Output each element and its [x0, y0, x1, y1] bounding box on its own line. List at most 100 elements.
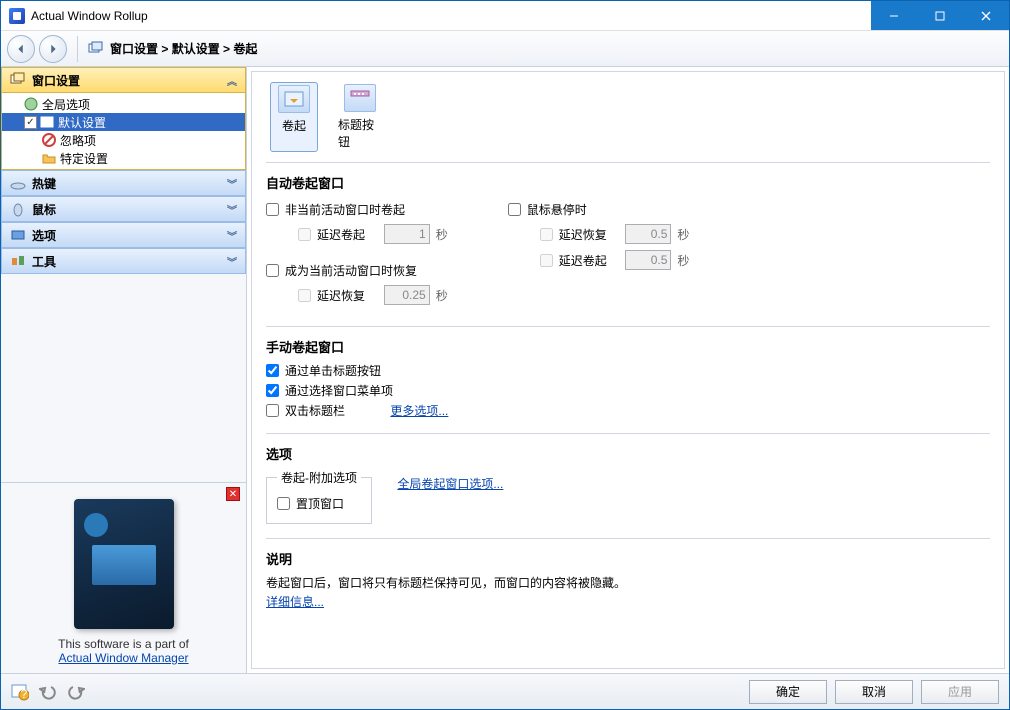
label: 鼠标悬停时: [527, 201, 587, 218]
chevron-up-icon: ︽: [227, 73, 237, 88]
folder-icon: [42, 151, 56, 165]
cancel-button[interactable]: 取消: [835, 680, 913, 704]
sidebar-section-label: 工具: [32, 253, 56, 270]
chevron-down-icon: ︾: [227, 228, 237, 243]
minimize-button[interactable]: [871, 1, 917, 30]
label: 延迟卷起: [317, 226, 365, 243]
ok-button[interactable]: 确定: [749, 680, 827, 704]
label: 延迟卷起: [559, 252, 607, 269]
group-manual-rollup: 手动卷起窗口: [266, 337, 990, 356]
undo-icon[interactable]: [39, 683, 57, 701]
separator: [266, 162, 990, 163]
chevron-down-icon: ︾: [227, 176, 237, 191]
tab-title-buttons[interactable]: 标题按钮: [336, 82, 384, 152]
checkbox-icon[interactable]: ✓: [24, 116, 37, 129]
app-icon: [9, 8, 25, 24]
group-auto-rollup: 自动卷起窗口: [266, 173, 990, 192]
windows-icon: [10, 72, 26, 88]
unit-label: 秒: [436, 226, 448, 243]
input-delay-rollup[interactable]: [384, 224, 430, 244]
sidebar-section-label: 选项: [32, 227, 56, 244]
tab-label: 标题按钮: [338, 116, 382, 150]
label: 延迟恢复: [317, 287, 365, 304]
tree-item-label: 忽略项: [60, 132, 96, 149]
fieldset-legend: 卷起-附加选项: [277, 469, 361, 486]
tree-item-global[interactable]: 全局选项: [2, 95, 245, 113]
tree-item-ignore[interactable]: 忽略项: [2, 131, 245, 149]
sidebar-section-label: 热键: [32, 175, 56, 192]
tools-icon: [10, 253, 26, 269]
sidebar-section-options[interactable]: 选项 ︾: [1, 222, 246, 248]
maximize-button[interactable]: [917, 1, 963, 30]
label: 非当前活动窗口时卷起: [285, 201, 405, 218]
tab-rollup[interactable]: 卷起: [270, 82, 318, 152]
unit-label: 秒: [677, 252, 689, 269]
checkbox-click-titlebtn[interactable]: [266, 364, 279, 377]
footer: ? 确定 取消 应用: [1, 673, 1009, 709]
gear-icon: [10, 227, 26, 243]
back-button[interactable]: [7, 35, 35, 63]
link-global-rollup-options[interactable]: 全局卷起窗口选项...: [397, 475, 503, 492]
promo-close-button[interactable]: ✕: [226, 487, 240, 501]
apply-button[interactable]: 应用: [921, 680, 999, 704]
tree-item-specific[interactable]: 特定设置: [2, 149, 245, 167]
title-buttons-icon: [344, 84, 376, 112]
breadcrumb-mid: 默认设置: [172, 40, 220, 57]
checkbox-topmost[interactable]: [277, 497, 290, 510]
sidebar-section-label: 鼠标: [32, 201, 56, 218]
sidebar: 窗口设置 ︽ 全局选项 ✓ 默认设置 忽略项: [1, 67, 247, 673]
input-delay-restore[interactable]: [384, 285, 430, 305]
checkbox-hover-delay-restore[interactable]: [540, 228, 553, 241]
label: 通过单击标题按钮: [285, 362, 381, 379]
checkbox-select-menu[interactable]: [266, 384, 279, 397]
separator: [266, 433, 990, 434]
tree-item-default-settings[interactable]: ✓ 默认设置: [2, 113, 245, 131]
link-details[interactable]: 详细信息...: [266, 595, 324, 609]
label: 延迟恢复: [559, 226, 607, 243]
checkbox-hover-delay-rollup[interactable]: [540, 254, 553, 267]
tree-item-label: 特定设置: [60, 150, 108, 167]
tree-item-label: 全局选项: [42, 96, 90, 113]
chevron-down-icon: ︾: [227, 202, 237, 217]
redo-icon[interactable]: [67, 683, 85, 701]
content: 卷起 标题按钮 自动卷起窗口 非当前活动窗口时卷起 延迟卷起 秒 成为当前活动窗…: [247, 67, 1009, 673]
toolbar: 窗口设置 > 默认设置 > 卷起: [1, 31, 1009, 67]
input-hover-delay-restore[interactable]: [625, 224, 671, 244]
sidebar-section-mouse[interactable]: 鼠标 ︾: [1, 196, 246, 222]
mouse-icon: [10, 201, 26, 217]
promo-text: This software is a part of: [9, 637, 238, 651]
link-more-options[interactable]: 更多选项...: [390, 402, 448, 419]
checkbox-hover[interactable]: [508, 203, 521, 216]
sidebar-section-hotkeys[interactable]: 热键 ︾: [1, 170, 246, 196]
fieldset-rollup-extra: 卷起-附加选项 置顶窗口: [266, 469, 372, 524]
separator: [266, 538, 990, 539]
checkbox-become-active-restore[interactable]: [266, 264, 279, 277]
hotkey-icon: [10, 175, 26, 191]
window-title: Actual Window Rollup: [31, 9, 871, 23]
checkbox-delay-rollup[interactable]: [298, 228, 311, 241]
input-hover-delay-rollup[interactable]: [625, 250, 671, 270]
group-description: 说明: [266, 549, 990, 568]
breadcrumb-leaf: 卷起: [233, 40, 257, 57]
unit-label: 秒: [436, 287, 448, 304]
toolbar-separator: [77, 36, 78, 62]
sidebar-section-tools[interactable]: 工具 ︾: [1, 248, 246, 274]
windows-icon: [88, 41, 104, 57]
unit-label: 秒: [677, 226, 689, 243]
sidebar-section-window-settings[interactable]: 窗口设置 ︽: [1, 67, 246, 93]
svg-text:?: ?: [21, 687, 28, 701]
checkbox-dblclick-title[interactable]: [266, 404, 279, 417]
label: 通过选择窗口菜单项: [285, 382, 393, 399]
checkbox-not-active-rollup[interactable]: [266, 203, 279, 216]
help-icon[interactable]: ?: [11, 683, 29, 701]
titlebar: Actual Window Rollup: [1, 1, 1009, 31]
tree-item-label: 默认设置: [58, 114, 106, 131]
promo-link[interactable]: Actual Window Manager: [58, 651, 188, 665]
close-button[interactable]: [963, 1, 1009, 30]
forward-button[interactable]: [39, 35, 67, 63]
checkbox-delay-restore[interactable]: [298, 289, 311, 302]
globe-icon: [24, 97, 38, 111]
window-controls: [871, 1, 1009, 30]
sidebar-tree: 全局选项 ✓ 默认设置 忽略项 特定设置: [1, 93, 246, 170]
breadcrumb-root: 窗口设置: [110, 40, 158, 57]
